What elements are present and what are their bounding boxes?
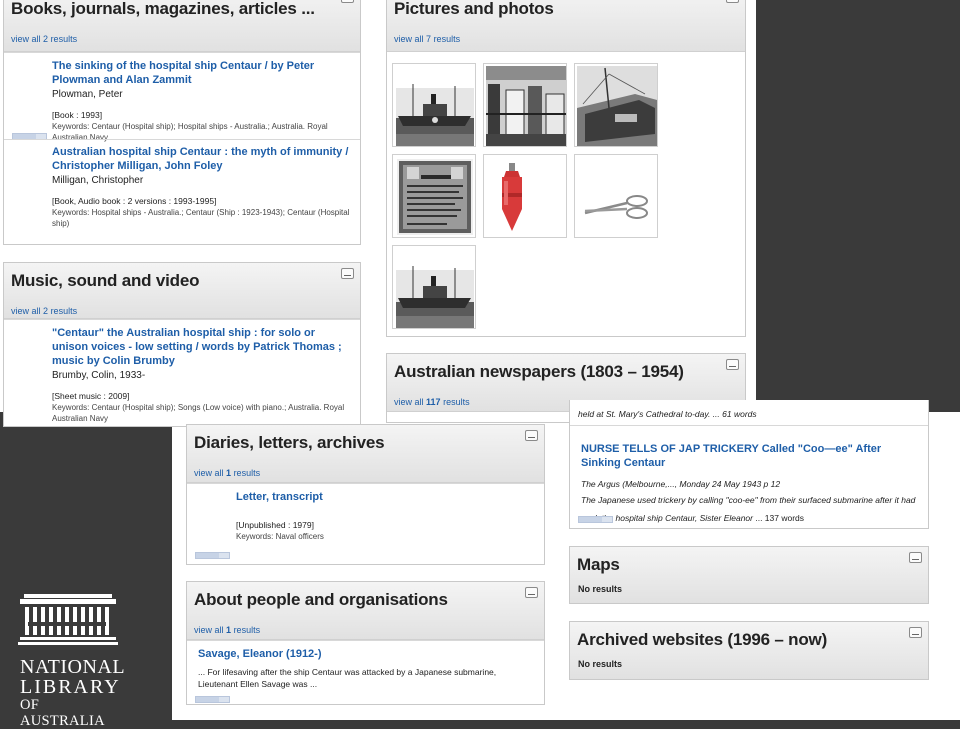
pictures-panel: Pictures and photos view all 7 results [386, 0, 746, 337]
thumbnail-red-buoy[interactable] [483, 154, 567, 238]
archived-no-results: No results [578, 659, 623, 669]
diaries-panel-header: Diaries, letters, archives view all 1 re… [187, 425, 544, 483]
music-record-author: Brumby, Colin, 1933- [52, 370, 146, 381]
archived-collapse-button[interactable] [909, 627, 922, 638]
book-record-title[interactable]: Australian hospital ship Centaur : the m… [52, 145, 358, 173]
maps-panel-header: Maps No results [570, 547, 928, 603]
book-record-format: [Book, Audio book : 2 versions : 1993-19… [52, 196, 217, 206]
books-panel-title: Books, journals, magazines, articles ... [11, 0, 315, 18]
music-panel-title: Music, sound and video [11, 271, 200, 290]
diaries-panel-title: Diaries, letters, archives [194, 433, 385, 452]
diaries-panel: Diaries, letters, archives view all 1 re… [186, 424, 545, 565]
people-record-snippet: ... For lifesaving after the ship Centau… [198, 667, 497, 689]
maps-panel-title: Maps [577, 555, 620, 574]
logo-line-of-australia: OF AUSTRALIA [20, 697, 105, 729]
music-record-title[interactable]: "Centaur" the Australian hospital ship :… [52, 326, 352, 368]
newspapers-panel-title: Australian newspapers (1803 – 1954) [394, 362, 684, 381]
book-record-keywords: Keywords: Hospital ships - Australia.; C… [52, 208, 350, 228]
diary-record-title[interactable]: Letter, transcript [236, 490, 536, 504]
thumbnail-ship-photo[interactable] [392, 63, 476, 147]
music-panel: Music, sound and video view all 2 result… [3, 262, 361, 427]
thumbnail-ship-bow-photo[interactable] [574, 63, 658, 147]
archived-panel-header: Archived websites (1996 – now) No result… [570, 622, 928, 679]
book-record-author: Milligan, Christopher [52, 175, 144, 186]
newspaper-record-wordcount: ... 137 words [753, 513, 805, 523]
music-collapse-button[interactable] [341, 268, 354, 279]
archived-panel: Archived websites (1996 – now) No result… [569, 621, 929, 680]
thumbnail-centaur-park-plaque[interactable] [392, 154, 476, 238]
book-record: Australian hospital ship Centaur : the m… [4, 139, 360, 236]
logo-line-library: LIBRARY [20, 676, 121, 698]
availability-bar [195, 552, 230, 559]
thumbnail-interior-photo[interactable] [483, 63, 567, 147]
newspaper-record-snippet: The Japanese used trickery by calling "c… [581, 495, 916, 523]
diary-record-format: [Unpublished : 1979] [236, 520, 314, 530]
book-record-author: Plowman, Peter [52, 89, 123, 100]
books-panel-header: Books, journals, magazines, articles ...… [4, 0, 360, 52]
maps-panel: Maps No results [569, 546, 929, 604]
maps-no-results: No results [578, 584, 623, 594]
diaries-collapse-button[interactable] [525, 430, 538, 441]
pictures-panel-header: Pictures and photos view all 7 results [387, 0, 745, 52]
music-record: "Centaur" the Australian hospital ship :… [4, 319, 360, 426]
newspaper-cut-line: held at St. Mary's Cathedral to-day. ...… [578, 409, 757, 419]
diary-record: Letter, transcript [Unpublished : 1979] … [187, 483, 544, 564]
diary-record-keywords: Keywords: Naval officers [236, 532, 324, 541]
music-record-keywords: Keywords: Centaur (Hospital ship); Songs… [52, 403, 345, 423]
music-view-all-link[interactable]: view all 2 results [11, 306, 352, 316]
people-collapse-button[interactable] [525, 587, 538, 598]
book-record-title[interactable]: The sinking of the hospital ship Centaur… [52, 59, 358, 87]
archived-panel-title: Archived websites (1996 – now) [577, 630, 828, 649]
logo-line-national: NATIONAL [20, 656, 126, 678]
people-record-title[interactable]: Savage, Eleanor (1912-) [198, 647, 538, 661]
newspapers-results-panel: held at St. Mary's Cathedral to-day. ...… [569, 400, 929, 529]
people-panel-title: About people and organisations [194, 590, 448, 609]
music-panel-header: Music, sound and video view all 2 result… [4, 263, 360, 319]
books-panel: Books, journals, magazines, articles ...… [3, 0, 361, 245]
availability-bar [578, 516, 613, 523]
people-panel-header: About people and organisations view all … [187, 582, 544, 640]
music-record-format: [Sheet music : 2009] [52, 391, 130, 401]
pictures-collapse-button[interactable] [726, 0, 739, 3]
thumbnail-ship-photo-2[interactable] [392, 245, 476, 329]
newspaper-record-title[interactable]: NURSE TELLS OF JAP TRICKERY Called "Coo—… [581, 442, 921, 470]
pictures-view-all-link[interactable]: view all 7 results [394, 34, 737, 44]
library-building-icon [18, 594, 118, 645]
national-library-logo: NATIONAL LIBRARY OF AUSTRALIA [18, 594, 126, 729]
books-collapse-button[interactable] [341, 0, 354, 3]
availability-bar [195, 696, 230, 703]
maps-collapse-button[interactable] [909, 552, 922, 563]
pictures-panel-title: Pictures and photos [394, 0, 554, 18]
books-view-all-link[interactable]: view all 2 results [11, 34, 352, 44]
book-record-format: [Book : 1993] [52, 110, 103, 120]
people-record: Savage, Eleanor (1912-) ... For lifesavi… [187, 640, 544, 704]
people-view-all-link[interactable]: view all 1 results [194, 625, 536, 635]
diaries-view-all-link[interactable]: view all 1 results [194, 468, 536, 478]
newspaper-record-source: The Argus (Melbourne,..., Monday 24 May … [581, 479, 781, 489]
newspapers-collapse-button[interactable] [726, 359, 739, 370]
newspaper-record: NURSE TELLS OF JAP TRICKERY Called "Coo—… [570, 425, 928, 528]
thumbnail-scissors[interactable] [574, 154, 658, 238]
book-record: The sinking of the hospital ship Centaur… [4, 52, 360, 142]
people-panel: About people and organisations view all … [186, 581, 545, 705]
